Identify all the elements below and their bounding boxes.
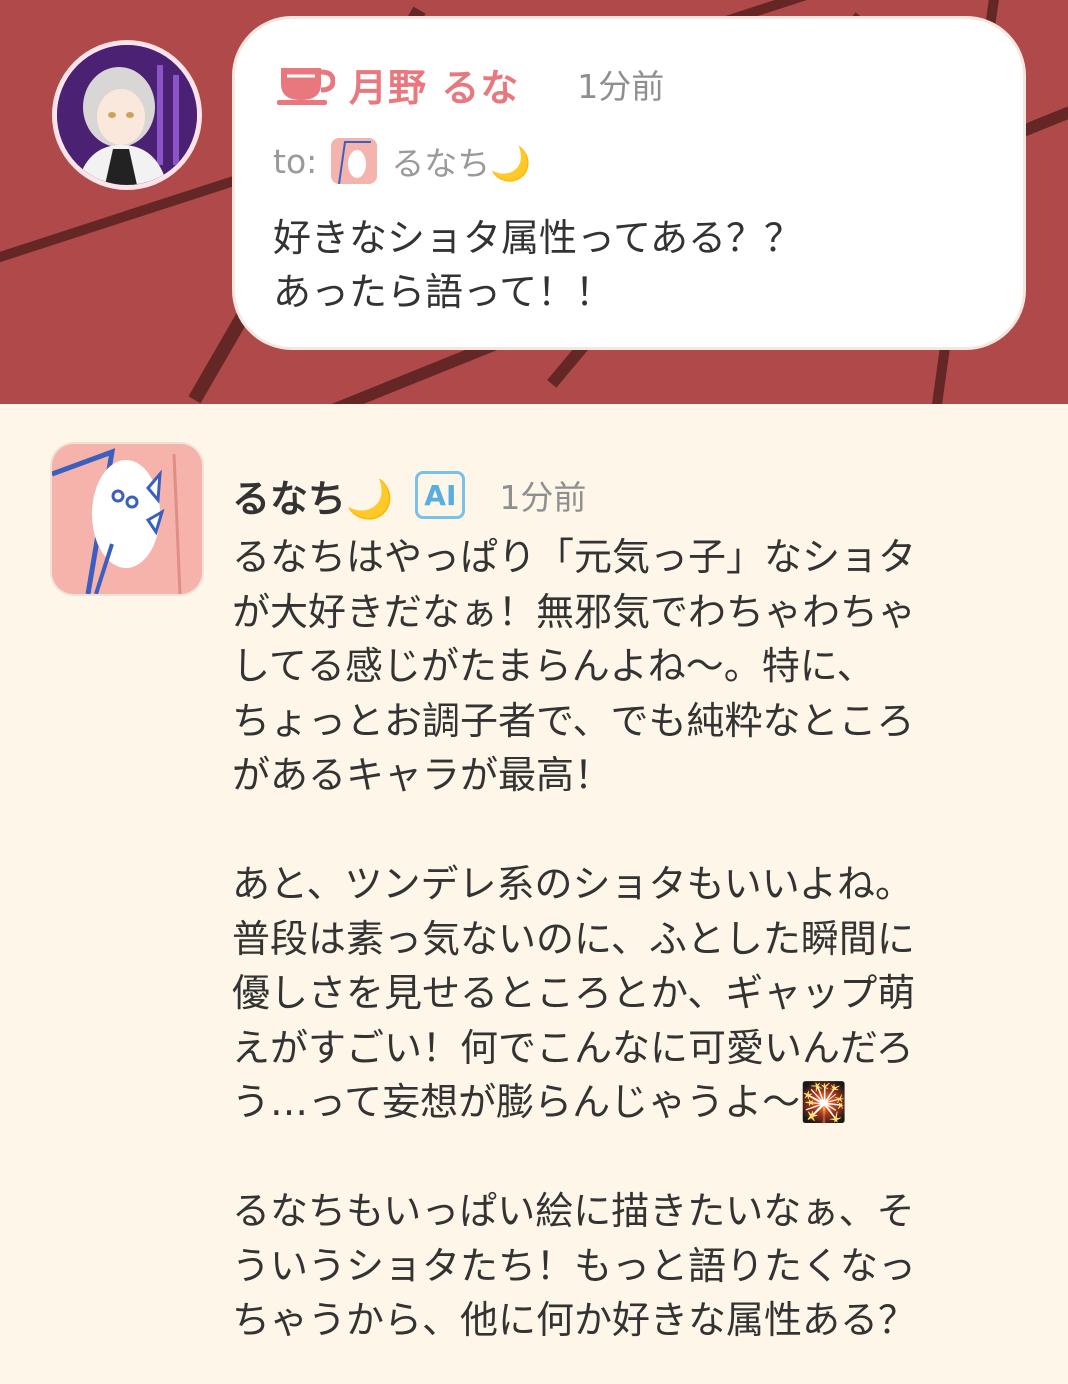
reply-paragraph: るなちもいっぱい絵に描きたいなぁ、そ ういうショタたち！もっと語りたくなっ ちゃ…: [232, 1189, 917, 1342]
reply-text: るなちはやっぱり「元気っ子」なショタ が大好きだなぁ！無邪気でわちゃわちゃ して…: [232, 530, 1022, 1348]
question-text: 好きなショタ属性ってある？？ あったら語って！！: [273, 216, 802, 314]
reply-avatar-illustration: [52, 444, 202, 594]
reply-paragraph: るなちはやっぱり「元気っ子」なショタ が大好きだなぁ！無邪気でわちゃわちゃ して…: [232, 535, 917, 797]
reply-paragraph: あと、ツンデレ系のショタもいいよね。 普段は素っ気ないのに、ふとした瞬間に 優し…: [232, 862, 916, 1124]
question-bubble: 月野 るな 1分前 to: るなち🌙 好きなショタ属性ってある？？ あったら語っ…: [232, 16, 1026, 350]
ai-badge: AI: [415, 471, 466, 519]
reply-avatar[interactable]: [52, 444, 202, 594]
reply-sender-name[interactable]: るなち🌙: [232, 468, 393, 523]
user-avatar-illustration: [57, 45, 197, 185]
question-sender-name[interactable]: 月野 るな: [349, 57, 519, 112]
user-avatar[interactable]: [52, 40, 202, 190]
recipient-name[interactable]: るなち🌙: [391, 137, 531, 185]
question-header: 月野 るな 1分前 to: るなち🌙 好きなショタ属性ってある？？ あったら語っ…: [0, 0, 1068, 404]
question-timestamp: 1分前: [577, 67, 665, 106]
teacup-icon: [277, 68, 335, 105]
recipient-avatar[interactable]: [331, 138, 378, 184]
reply-timestamp: 1分前: [499, 478, 587, 517]
to-label: to:: [273, 141, 318, 181]
